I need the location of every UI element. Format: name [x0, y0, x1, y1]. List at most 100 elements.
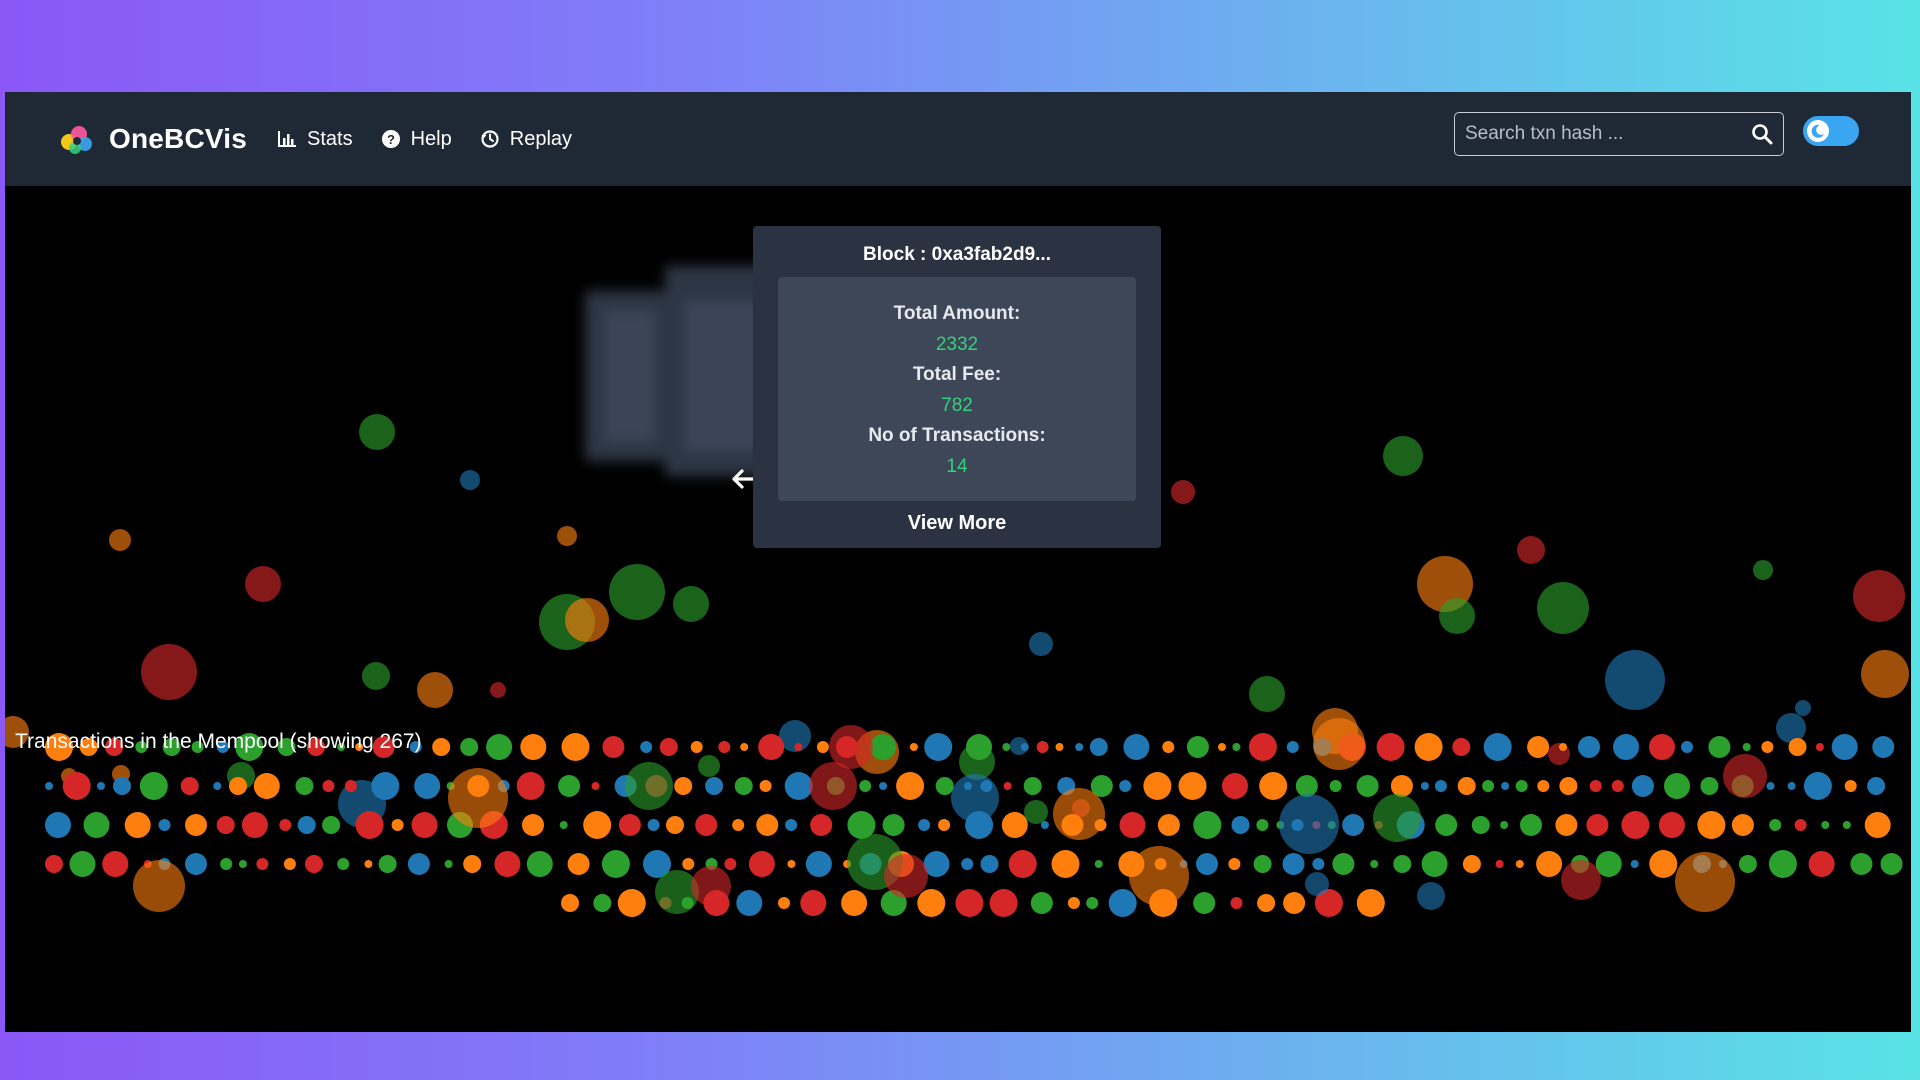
mempool-tx-bubble[interactable]	[1742, 743, 1751, 751]
mempool-tx-bubble[interactable]	[1794, 819, 1807, 831]
mempool-tx-bubble[interactable]	[778, 897, 790, 909]
mempool-tx-bubble[interactable]	[185, 853, 207, 875]
mempool-tx-bubble[interactable]	[229, 777, 247, 795]
floating-tx-bubble[interactable]	[245, 566, 281, 602]
mempool-tx-bubble[interactable]	[1649, 850, 1678, 878]
mempool-tx-bubble[interactable]	[1094, 860, 1103, 868]
mempool-tx-bubble[interactable]	[1376, 733, 1405, 761]
mempool-tx-bubble[interactable]	[1462, 855, 1481, 873]
floating-tx-bubble[interactable]	[565, 598, 609, 642]
mempool-tx-bubble[interactable]	[1036, 741, 1049, 753]
mempool-tx-bubble[interactable]	[1119, 812, 1146, 838]
mempool-tx-bubble[interactable]	[1283, 892, 1306, 914]
floating-tx-bubble[interactable]	[1776, 713, 1806, 743]
mempool-tx-bubble[interactable]	[411, 812, 438, 838]
mempool-tx-bubble[interactable]	[1697, 811, 1726, 839]
mempool-tx-bubble[interactable]	[220, 858, 233, 870]
floating-tx-bubble[interactable]	[1029, 632, 1053, 656]
mempool-tx-bubble[interactable]	[567, 853, 590, 875]
mempool-tx-bubble[interactable]	[1393, 855, 1412, 873]
mempool-tx-bubble[interactable]	[602, 736, 625, 758]
mempool-tx-bubble[interactable]	[1282, 853, 1305, 875]
mempool-tx-bubble[interactable]	[1482, 780, 1495, 792]
overlay-tx-bubble[interactable]	[1561, 860, 1601, 900]
nav-help-link[interactable]: ? Help	[381, 128, 452, 151]
floating-tx-bubble[interactable]	[359, 414, 395, 450]
mempool-tx-bubble[interactable]	[1787, 782, 1796, 790]
mempool-tx-bubble[interactable]	[83, 812, 110, 838]
mempool-tx-bubble[interactable]	[1589, 780, 1602, 792]
mempool-tx-bubble[interactable]	[1222, 773, 1248, 799]
mempool-tx-bubble[interactable]	[882, 814, 905, 836]
mempool-tx-bubble[interactable]	[1815, 743, 1824, 751]
mempool-tx-bubble[interactable]	[1831, 734, 1858, 760]
mempool-tx-bubble[interactable]	[305, 855, 323, 873]
mempool-tx-bubble[interactable]	[980, 855, 999, 873]
mempool-tx-bubble[interactable]	[1586, 814, 1609, 836]
mempool-tx-bubble[interactable]	[705, 777, 724, 795]
mempool-tx-bubble[interactable]	[279, 819, 292, 831]
overlay-tx-bubble[interactable]	[1053, 788, 1105, 840]
mempool-tx-bubble[interactable]	[1649, 734, 1675, 760]
mempool-tx-bubble[interactable]	[1421, 851, 1448, 877]
mempool-tx-bubble[interactable]	[139, 772, 168, 800]
mempool-tx-bubble[interactable]	[1055, 743, 1064, 751]
mempool-tx-bubble[interactable]	[1803, 772, 1832, 800]
mempool-tx-bubble[interactable]	[1030, 892, 1053, 914]
mempool-tx-bubble[interactable]	[1864, 812, 1891, 838]
mempool-tx-bubble[interactable]	[1001, 812, 1028, 838]
mempool-tx-bubble[interactable]	[963, 782, 972, 790]
mempool-tx-bubble[interactable]	[1435, 814, 1458, 836]
mempool-tx-bubble[interactable]	[1844, 780, 1857, 792]
floating-tx-bubble[interactable]	[1024, 800, 1048, 824]
mempool-tx-bubble[interactable]	[800, 890, 827, 916]
mempool-tx-bubble[interactable]	[97, 782, 105, 790]
mempool-tx-bubble[interactable]	[516, 772, 545, 800]
mempool-tx-bubble[interactable]	[1738, 855, 1757, 873]
mempool-tx-bubble[interactable]	[896, 772, 925, 800]
mempool-tx-bubble[interactable]	[965, 811, 994, 839]
mempool-tx-bubble[interactable]	[526, 851, 553, 877]
floating-tx-bubble[interactable]	[109, 529, 131, 551]
mempool-tx-bubble[interactable]	[1555, 814, 1578, 836]
floating-tx-bubble[interactable]	[141, 644, 197, 700]
mempool-tx-bubble[interactable]	[601, 850, 630, 878]
mempool-tx-bubble[interactable]	[1766, 782, 1775, 790]
mempool-tx-bubble[interactable]	[1231, 816, 1250, 834]
mempool-tx-bubble[interactable]	[1559, 777, 1578, 795]
mempool-tx-bubble[interactable]	[1788, 738, 1807, 756]
mempool-tx-bubble[interactable]	[674, 777, 693, 795]
mempool-tx-bubble[interactable]	[520, 734, 547, 760]
floating-tx-bubble[interactable]	[1795, 700, 1811, 716]
mempool-tx-bubble[interactable]	[1611, 780, 1624, 792]
mempool-tx-bubble[interactable]	[407, 853, 430, 875]
mempool-tx-bubble[interactable]	[486, 734, 513, 760]
floating-tx-bubble[interactable]	[417, 672, 453, 708]
overlay-tx-bubble[interactable]	[1279, 794, 1339, 854]
mempool-tx-bubble[interactable]	[1768, 850, 1797, 878]
mempool-tx-bubble[interactable]	[1356, 775, 1379, 797]
mempool-tx-bubble[interactable]	[841, 890, 868, 916]
mempool-tx-bubble[interactable]	[1312, 858, 1325, 870]
floating-tx-bubble[interactable]	[1439, 598, 1475, 634]
mempool-tx-bubble[interactable]	[1515, 860, 1524, 868]
mempool-tx-bubble[interactable]	[1051, 850, 1080, 878]
overlay-tx-bubble[interactable]	[1373, 794, 1421, 842]
mempool-tx-bubble[interactable]	[1821, 821, 1830, 829]
mempool-tx-bubble[interactable]	[1020, 743, 1029, 751]
overlay-tx-bubble[interactable]	[133, 860, 185, 912]
mempool-tx-bubble[interactable]	[1578, 736, 1600, 758]
overlay-tx-bubble[interactable]	[1723, 754, 1767, 798]
mempool-tx-bubble[interactable]	[816, 741, 829, 753]
mempool-tx-bubble[interactable]	[297, 816, 316, 834]
mempool-tx-bubble[interactable]	[460, 738, 479, 756]
mempool-tx-bubble[interactable]	[640, 741, 653, 753]
nav-stats-link[interactable]: Stats	[277, 128, 353, 151]
mempool-tx-bubble[interactable]	[787, 860, 796, 868]
mempool-tx-bubble[interactable]	[1178, 772, 1207, 800]
mempool-tx-bubble[interactable]	[1621, 811, 1650, 839]
mempool-tx-bubble[interactable]	[1342, 814, 1365, 836]
mempool-tx-bubble[interactable]	[989, 889, 1018, 917]
mempool-tx-bubble[interactable]	[522, 814, 544, 836]
mempool-tx-bubble[interactable]	[102, 851, 129, 877]
